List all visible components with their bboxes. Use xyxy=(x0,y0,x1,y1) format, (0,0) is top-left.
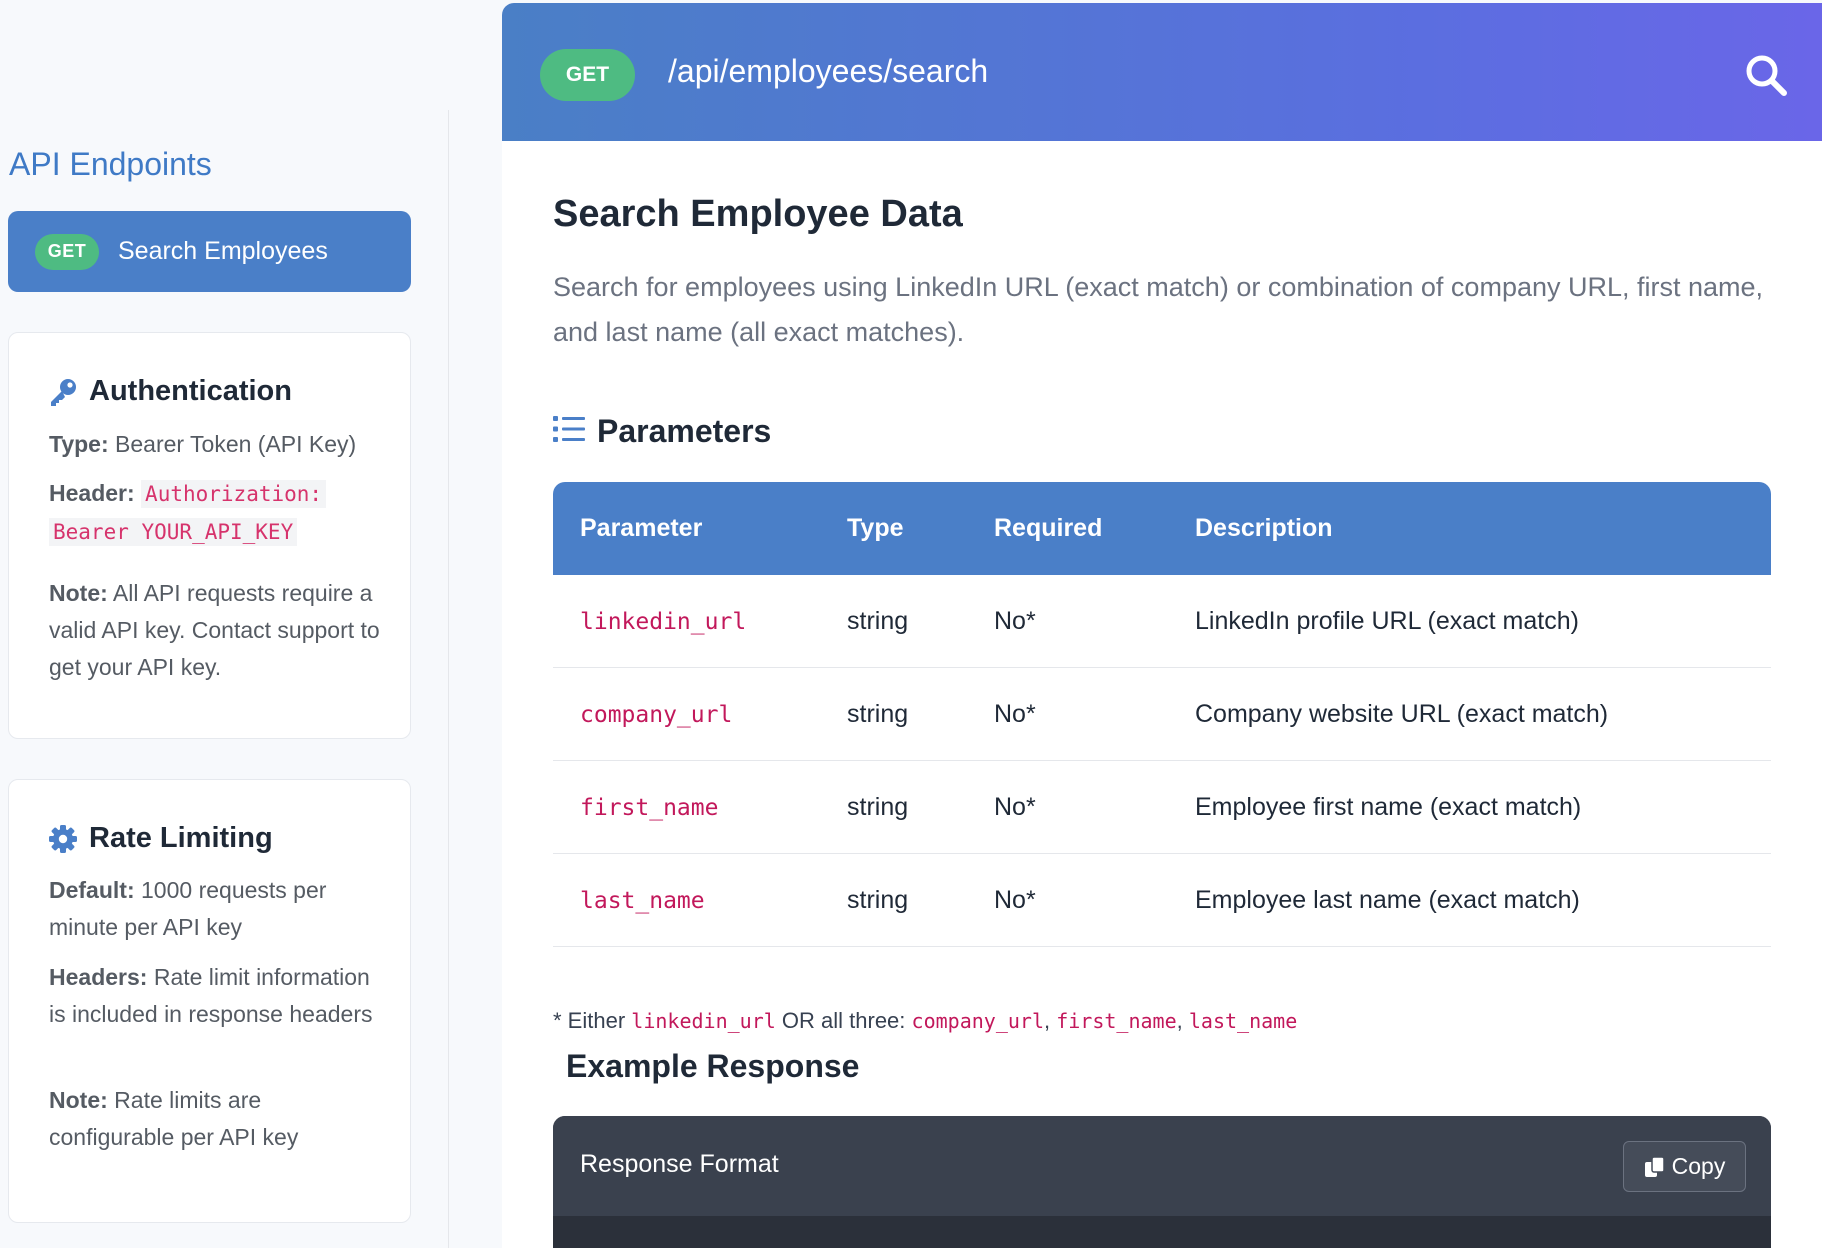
sidebar-title: API Endpoints xyxy=(9,146,212,182)
auth-type: Type: Bearer Token (API Key) xyxy=(49,426,384,463)
param-description: LinkedIn profile URL (exact match) xyxy=(1195,607,1579,635)
table-row: company_url string No* Company website U… xyxy=(553,668,1771,761)
page-description: Search for employees using LinkedIn URL … xyxy=(553,272,1764,347)
rate-note-label: Note: xyxy=(49,1087,108,1113)
list-icon xyxy=(553,415,585,448)
param-description: Employee first name (exact match) xyxy=(1195,793,1582,821)
sidebar-item-label: Search Employees xyxy=(118,237,328,265)
search-icon[interactable] xyxy=(1742,51,1790,99)
auth-type-label: Type: xyxy=(49,431,109,457)
param-required: No* xyxy=(994,700,1036,728)
auth-header-value-line1: Authorization: xyxy=(141,480,327,508)
rate-default-label: Default: xyxy=(49,877,135,903)
rate-default: Default: 1000 requests per minute per AP… xyxy=(49,872,384,946)
copy-icon xyxy=(1644,1155,1666,1178)
parameters-footnote: * Either linkedin_url OR all three: comp… xyxy=(553,1008,1298,1033)
response-box: Response Format Copy xyxy=(553,1116,1771,1248)
column-header-type: Type xyxy=(847,514,904,542)
auth-header-label: Header: xyxy=(49,480,135,506)
page-title: Search Employee Data xyxy=(553,193,963,235)
footnote-code: company_url xyxy=(911,1009,1044,1033)
rate-note: Note: Rate limits are configurable per A… xyxy=(49,1082,384,1156)
auth-note: Note: All API requests require a valid A… xyxy=(49,575,384,686)
footnote-code: last_name xyxy=(1188,1009,1298,1033)
method-badge: GET xyxy=(540,49,635,101)
auth-note-label: Note: xyxy=(49,580,108,606)
rate-limiting-card-header: Rate Limiting xyxy=(47,822,273,855)
footnote-middle: OR all three: xyxy=(781,1008,906,1033)
param-type: string xyxy=(847,607,909,635)
param-name: first_name xyxy=(580,794,719,821)
param-name: company_url xyxy=(580,701,733,728)
response-format-label: Response Format xyxy=(580,1150,779,1178)
param-name: linkedin_url xyxy=(580,608,747,635)
gear-icon xyxy=(47,823,79,855)
sidebar-divider xyxy=(448,110,449,1248)
copy-label: Copy xyxy=(1671,1153,1726,1179)
param-type: string xyxy=(847,700,909,728)
param-type: string xyxy=(847,886,909,914)
endpoint-path: /api/employees/search xyxy=(668,53,989,89)
table-row: last_name string No* Employee last name … xyxy=(553,854,1771,947)
column-header-parameter: Parameter xyxy=(580,514,703,542)
main-panel: GET /api/employees/search Search Employe… xyxy=(502,3,1822,1248)
example-response-title: Example Response xyxy=(566,1048,860,1084)
footnote-prefix: * Either xyxy=(553,1008,626,1033)
column-header-description: Description xyxy=(1195,514,1333,542)
auth-header: Header: Authorization: Bearer YOUR_API_K… xyxy=(49,475,384,551)
param-type: string xyxy=(847,793,909,821)
table-row: first_name string No* Employee first nam… xyxy=(553,761,1771,854)
parameters-heading: Parameters xyxy=(553,413,771,450)
param-required: No* xyxy=(994,607,1036,635)
key-icon xyxy=(47,376,79,408)
rate-headers-label: Headers: xyxy=(49,964,148,990)
sidebar: API Endpoints GET Search Employees Authe… xyxy=(0,0,450,1248)
auth-header-value-line2: Bearer YOUR_API_KEY xyxy=(49,518,298,546)
table-header: Parameter Type Required Description xyxy=(553,482,1771,575)
endpoint-header: GET /api/employees/search xyxy=(502,3,1822,141)
sidebar-item-search-employees[interactable]: GET Search Employees xyxy=(8,211,411,292)
footnote-code: first_name xyxy=(1056,1009,1177,1033)
method-badge: GET xyxy=(35,233,99,270)
parameters-table: Parameter Type Required Description link… xyxy=(553,482,1771,947)
footnote-code: linkedin_url xyxy=(631,1009,776,1033)
auth-type-value: Bearer Token (API Key) xyxy=(115,431,357,457)
column-header-required: Required xyxy=(994,514,1103,542)
param-description: Company website URL (exact match) xyxy=(1195,700,1609,728)
authentication-title: Authentication xyxy=(89,375,292,407)
param-description: Employee last name (exact match) xyxy=(1195,886,1580,914)
param-name: last_name xyxy=(580,887,705,914)
copy-button[interactable]: Copy xyxy=(1623,1141,1746,1192)
table-row: linkedin_url string No* LinkedIn profile… xyxy=(553,575,1771,668)
param-required: No* xyxy=(994,886,1036,914)
rate-limiting-title: Rate Limiting xyxy=(89,822,273,854)
response-header: Response Format Copy xyxy=(553,1116,1771,1216)
rate-headers: Headers: Rate limit information is inclu… xyxy=(49,959,384,1033)
param-required: No* xyxy=(994,793,1036,821)
rate-limiting-card: Rate Limiting Default: 1000 requests per… xyxy=(8,779,411,1223)
authentication-card-header: Authentication xyxy=(47,375,292,408)
parameters-title: Parameters xyxy=(597,413,772,449)
authentication-card: Authentication Type: Bearer Token (API K… xyxy=(8,332,411,739)
